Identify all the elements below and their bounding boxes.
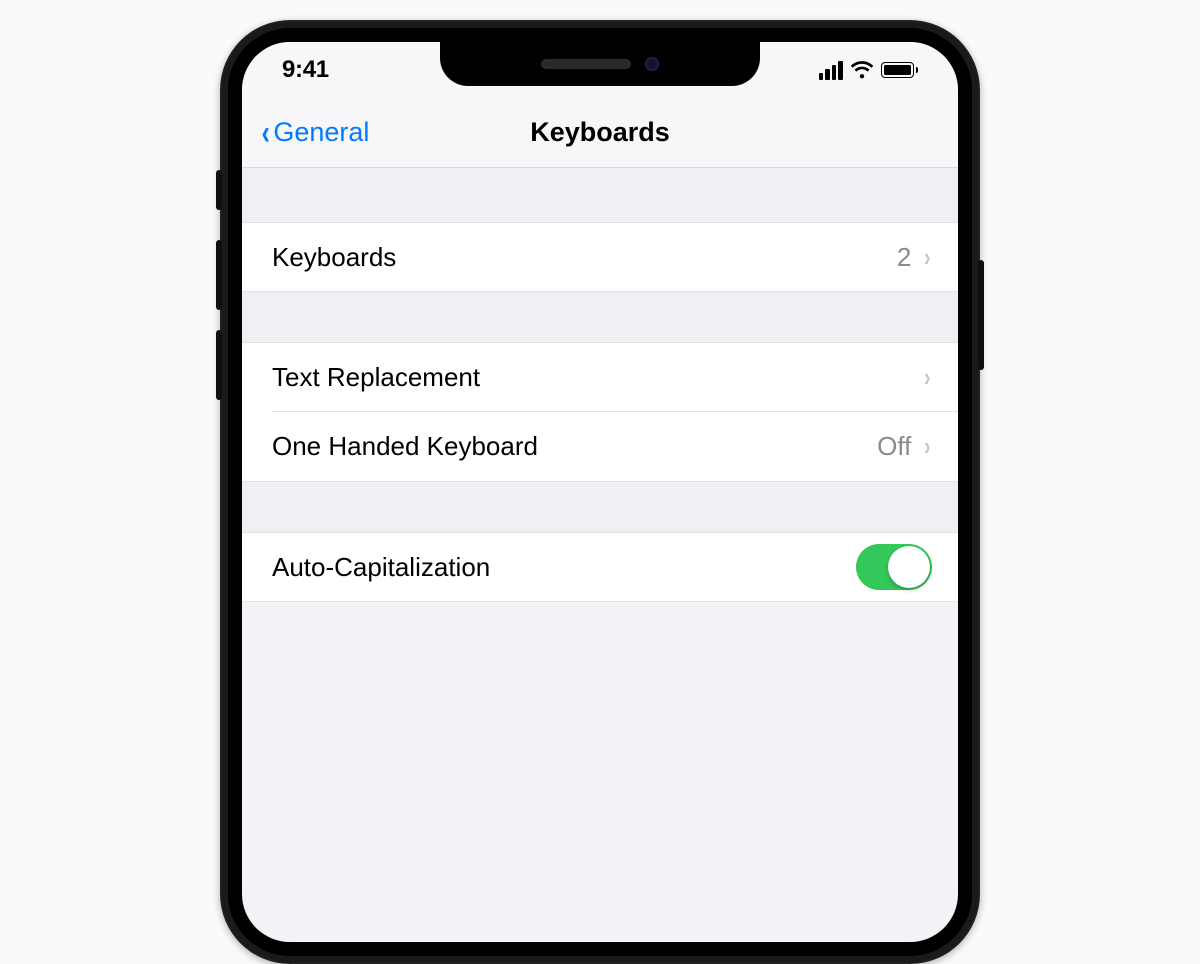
row-right (856, 544, 932, 590)
chevron-right-icon: › (925, 431, 931, 462)
wifi-icon (850, 61, 874, 79)
cellular-signal-icon (819, 61, 843, 80)
volume-down-button (216, 330, 222, 400)
power-button (978, 260, 984, 370)
group-spacer (242, 292, 958, 342)
group-spacer (242, 168, 958, 222)
status-time: 9:41 (282, 56, 329, 84)
battery-icon (881, 62, 919, 78)
phone-bezel: 9:41 (228, 28, 972, 956)
group-spacer (242, 482, 958, 532)
status-icons (819, 61, 919, 80)
phone-frame: 9:41 (220, 20, 980, 964)
row-value: Off (877, 431, 911, 462)
notch (440, 42, 760, 86)
nav-bar: ‹ General Keyboards (242, 98, 958, 168)
text-replacement-row[interactable]: Text Replacement › (242, 342, 958, 412)
row-label: One Handed Keyboard (272, 431, 538, 462)
row-right: › (923, 362, 932, 393)
mute-switch (216, 170, 222, 210)
row-label: Keyboards (272, 242, 396, 273)
back-button[interactable]: ‹ General (260, 116, 369, 150)
switch-knob (888, 546, 930, 588)
page-title: Keyboards (530, 117, 670, 148)
row-right: Off › (877, 431, 932, 462)
screen: 9:41 (242, 42, 958, 942)
chevron-left-icon: ‹ (262, 116, 270, 150)
row-value: 2 (897, 242, 911, 273)
row-label: Text Replacement (272, 362, 480, 393)
speaker-grille (541, 59, 631, 69)
auto-capitalization-toggle[interactable] (856, 544, 932, 590)
row-label: Auto-Capitalization (272, 552, 490, 583)
row-right: 2 › (897, 242, 932, 273)
chevron-right-icon: › (925, 362, 931, 393)
front-camera (645, 57, 659, 71)
chevron-right-icon: › (925, 242, 931, 273)
volume-up-button (216, 240, 222, 310)
back-label: General (273, 117, 369, 148)
auto-capitalization-row[interactable]: Auto-Capitalization (242, 532, 958, 602)
one-handed-keyboard-row[interactable]: One Handed Keyboard Off › (242, 412, 958, 482)
keyboards-row[interactable]: Keyboards 2 › (242, 222, 958, 292)
